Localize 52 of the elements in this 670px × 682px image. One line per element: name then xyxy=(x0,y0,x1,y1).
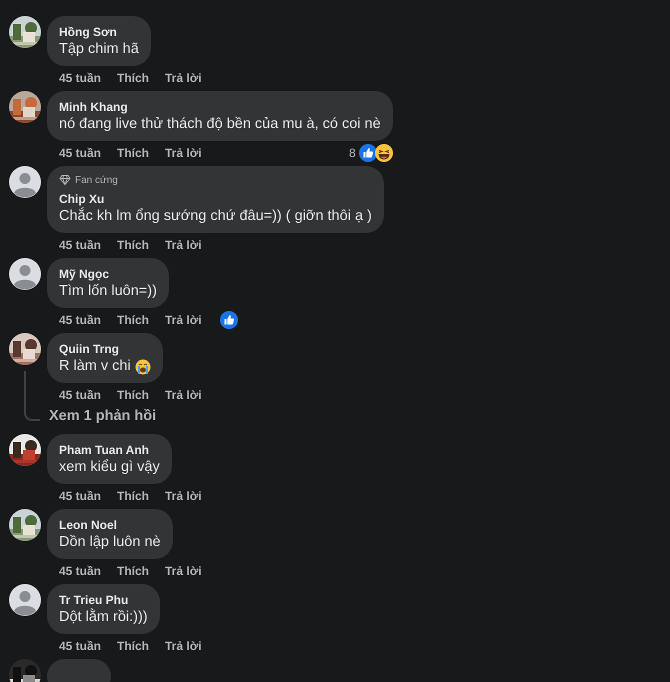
like-link[interactable]: Thích xyxy=(117,312,150,326)
commenter-name[interactable]: Leon Noel xyxy=(59,517,161,533)
commenter-name[interactable]: Minh Khang xyxy=(59,99,381,115)
like-link[interactable]: Thích xyxy=(117,70,150,84)
comment-time[interactable]: 45 tuần xyxy=(59,312,102,326)
comment-text: R làm v chi xyxy=(59,357,131,376)
comment-text: xem kiểu gì vậy xyxy=(59,458,160,477)
like-link[interactable]: Thích xyxy=(117,388,150,402)
comment-time[interactable]: 45 tuần xyxy=(59,638,102,652)
comment-time[interactable]: 45 tuần xyxy=(59,488,102,502)
reply-link[interactable]: Trả lời xyxy=(165,564,202,578)
reply-link[interactable]: Trả lời xyxy=(165,638,202,652)
laughing-face-icon[interactable] xyxy=(374,144,393,162)
fan-label: Fan cứng xyxy=(75,174,118,186)
commenter-name[interactable]: Pham Tuan Anh xyxy=(59,442,160,458)
comment-text: Chắc kh lm ổng sướng chứ đâu=)) ( giỡn thôi ạ ) xyxy=(59,207,372,226)
crying-face-icon xyxy=(134,358,151,374)
commenter-name[interactable]: Quiin Trng xyxy=(59,341,151,357)
reply-link[interactable]: Trả lời xyxy=(165,312,202,326)
comment-time[interactable]: 45 tuần xyxy=(59,564,102,578)
commenter-name[interactable]: Mỹ Ngọc xyxy=(59,266,157,282)
reply-link[interactable]: Trả lời xyxy=(165,70,202,84)
reply-link[interactable]: Trả lời xyxy=(165,388,202,402)
comment-text: Tìm lốn luôn=)) xyxy=(59,282,157,301)
avatar-icon[interactable] xyxy=(9,166,41,198)
comment-time[interactable]: 45 tuần xyxy=(59,388,102,402)
comment-time[interactable]: 45 tuần xyxy=(59,70,102,84)
view-replies-link[interactable]: Xem 1 phản hồi xyxy=(49,408,156,424)
thread-line xyxy=(24,371,40,421)
avatar-icon[interactable] xyxy=(9,584,41,616)
like-link[interactable]: Thích xyxy=(117,488,150,502)
like-reaction-icon[interactable] xyxy=(220,310,238,328)
commenter-name[interactable]: Tr Trieu Phu xyxy=(59,592,148,608)
diamond-icon xyxy=(59,174,71,186)
avatar-icon[interactable] xyxy=(9,258,41,290)
commenter-name[interactable]: Hồng Sơn xyxy=(59,24,139,40)
comment-text: Tập chim hã xyxy=(59,40,139,59)
like-reaction-icon[interactable] xyxy=(358,144,377,162)
like-link[interactable]: Thích xyxy=(117,238,150,252)
comment-time[interactable]: 45 tuần xyxy=(59,238,102,252)
reaction-count[interactable]: 8 xyxy=(348,146,356,160)
comment-text: Dột lằm rồi:))) xyxy=(59,608,148,627)
commenter-name[interactable]: Chip Xu xyxy=(59,191,372,207)
like-link[interactable]: Thích xyxy=(117,638,150,652)
reply-link[interactable]: Trả lời xyxy=(165,146,202,160)
reply-link[interactable]: Trả lời xyxy=(165,488,202,502)
like-link[interactable]: Thích xyxy=(117,146,150,160)
comment-text: Dồn lập luôn nè xyxy=(59,533,161,552)
comment-text: nó đang live thử thách độ bền của mu à, có coi nè xyxy=(59,115,381,134)
reply-link[interactable]: Trả lời xyxy=(165,238,202,252)
comment-time[interactable]: 45 tuần xyxy=(59,146,102,160)
like-link[interactable]: Thích xyxy=(117,564,150,578)
